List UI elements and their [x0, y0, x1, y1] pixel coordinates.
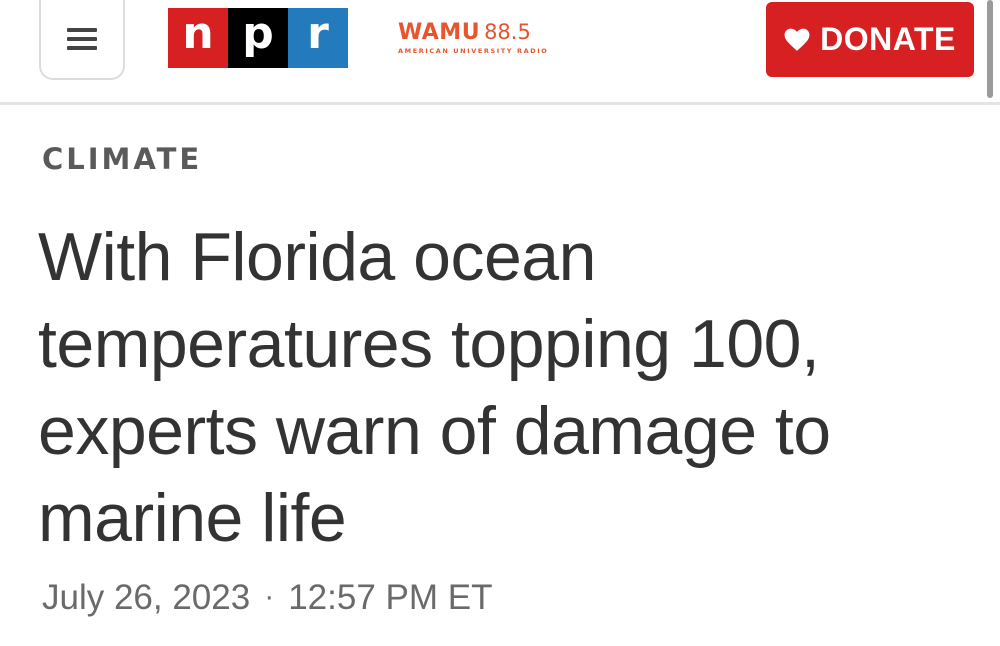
station-tagline: AMERICAN UNIVERSITY RADIO: [398, 47, 549, 55]
npr-logo[interactable]: n p r: [168, 8, 348, 68]
dateline: July 26, 2023 · 12:57 PM ET: [42, 578, 492, 618]
donate-button[interactable]: DONATE: [766, 2, 974, 77]
publish-time: 12:57 PM ET: [288, 578, 493, 617]
site-header: n p r WAMU 88.5 AMERICAN UNIVERSITY RADI…: [0, 0, 1000, 105]
donate-label: DONATE: [820, 21, 956, 57]
station-name: WAMU: [398, 20, 481, 45]
npr-logo-r: r: [288, 8, 348, 68]
menu-button[interactable]: [39, 0, 125, 80]
npr-logo-p: p: [228, 8, 288, 68]
dateline-separator: ·: [264, 580, 275, 613]
station-frequency: 88.5: [484, 20, 531, 44]
page: n p r WAMU 88.5 AMERICAN UNIVERSITY RADI…: [0, 0, 1000, 646]
scrollbar[interactable]: [987, 0, 993, 98]
hamburger-icon: [67, 28, 97, 50]
heart-icon: [784, 28, 810, 51]
station-logo[interactable]: WAMU 88.5 AMERICAN UNIVERSITY RADIO: [398, 20, 548, 55]
npr-logo-n: n: [168, 8, 228, 68]
category-link[interactable]: CLIMATE: [42, 142, 202, 176]
publish-date: July 26, 2023: [42, 578, 251, 617]
article-headline: With Florida ocean temperatures topping …: [38, 219, 831, 556]
